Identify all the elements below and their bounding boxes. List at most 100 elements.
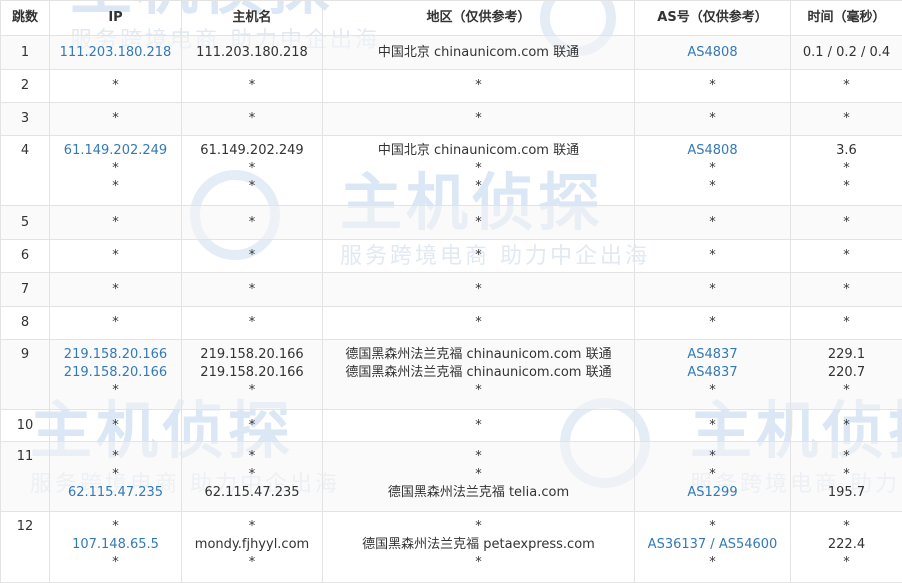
ip-value: * xyxy=(112,417,119,433)
time-cell: 0.1 / 0.2 / 0.4 xyxy=(790,35,902,70)
header-hop: 跳数 xyxy=(0,0,50,36)
as-link[interactable]: AS4837 xyxy=(636,364,790,382)
time-value: * xyxy=(843,467,850,482)
ip-value: * xyxy=(112,214,119,230)
as-link[interactable]: AS4808 xyxy=(636,142,790,160)
time-value: 3.6 xyxy=(836,143,857,158)
time-value: * xyxy=(843,383,850,398)
hop-number: 3 xyxy=(0,102,50,136)
as-cell: * xyxy=(634,102,791,136)
hop-number: 6 xyxy=(0,239,50,273)
ip-value: * xyxy=(112,555,119,570)
table-row: 7 * * * * * xyxy=(0,272,902,307)
table-row: 10 * * * * * xyxy=(0,409,902,442)
table-row: 3 * * * * * xyxy=(0,102,902,136)
region-value: * xyxy=(475,248,482,263)
table-row: 11 * * 62.115.47.235 * * 62.115.47.235 * * 德国黑森州法… xyxy=(0,441,902,512)
as-cell: * xyxy=(634,69,791,103)
traceroute-table: 跳数 IP 主机名 地区（仅供参考） AS号（仅供参考） 时间（毫秒） 1 111… xyxy=(0,0,902,583)
time-cell: * xyxy=(790,272,902,307)
ip-link[interactable]: 111.203.180.218 xyxy=(51,44,181,62)
as-cell: * xyxy=(634,272,791,307)
region-value: * xyxy=(475,383,482,398)
hostname-value: * xyxy=(248,161,256,176)
ip-cell: * xyxy=(49,102,182,136)
hop-number: 10 xyxy=(0,409,50,442)
ip-link[interactable]: 219.158.20.166 xyxy=(51,364,181,382)
as-cell: AS4837 AS4837 * xyxy=(634,339,791,410)
ip-cell: * xyxy=(49,272,182,307)
header-as: AS号（仅供参考） xyxy=(634,0,791,36)
as-value: * xyxy=(709,417,716,433)
as-cell: AS4808 xyxy=(634,35,791,70)
region-value: * xyxy=(475,417,482,433)
hostname-value: mondy.fjhyyl.com xyxy=(194,537,310,552)
ip-value: * xyxy=(112,281,119,297)
hop-number: 4 xyxy=(0,135,50,206)
hostname-value: * xyxy=(248,555,256,570)
ip-link[interactable]: 107.148.65.5 xyxy=(51,536,181,554)
as-value: * xyxy=(709,78,716,93)
ip-cell: * xyxy=(49,69,182,103)
ip-value: * xyxy=(112,248,119,263)
hostname-cell: * xyxy=(181,409,323,442)
ip-value: * xyxy=(112,179,119,194)
hostname-cell: 61.149.202.249 * * xyxy=(181,135,323,206)
header-region: 地区（仅供参考） xyxy=(322,0,635,36)
time-value: * xyxy=(843,214,850,230)
region-value: * xyxy=(475,467,482,482)
as-value: * xyxy=(709,467,716,482)
hop-number: 12 xyxy=(0,511,50,583)
hop-number: 5 xyxy=(0,205,50,240)
hop-number: 9 xyxy=(0,339,50,410)
region-value: * xyxy=(475,78,482,93)
time-value: * xyxy=(843,111,850,126)
as-cell: * xyxy=(634,306,791,340)
time-cell: * xyxy=(790,306,902,340)
hostname-value: 111.203.180.218 xyxy=(196,44,308,60)
hostname-value: * xyxy=(248,417,256,433)
hostname-value: * xyxy=(248,467,256,482)
ip-link[interactable]: 61.149.202.249 xyxy=(51,142,181,160)
region-value: * xyxy=(475,315,482,330)
as-link[interactable]: AS4808 xyxy=(636,44,790,62)
ip-link[interactable]: 219.158.20.166 xyxy=(51,346,181,364)
region-value: * xyxy=(475,449,482,464)
region-cell: 德国黑森州法兰克福 chinaunicom.com 联通 德国黑森州法兰克福 ch… xyxy=(322,339,635,410)
as-value: * xyxy=(709,449,716,464)
ip-cell: * xyxy=(49,409,182,442)
table-header-row: 跳数 IP 主机名 地区（仅供参考） AS号（仅供参考） 时间（毫秒） xyxy=(0,0,902,36)
time-value: * xyxy=(843,248,850,263)
hop-number: 1 xyxy=(0,35,50,70)
region-value: * xyxy=(475,281,482,297)
ip-cell: 61.149.202.249 * * xyxy=(49,135,182,206)
hop-number: 11 xyxy=(0,441,50,512)
as-cell: * xyxy=(634,205,791,240)
ip-value: * xyxy=(112,467,119,482)
table-row: 4 61.149.202.249 * * 61.149.202.249 * * 中国北京 ch… xyxy=(0,135,902,206)
time-value: * xyxy=(843,161,850,176)
region-cell: * xyxy=(322,205,635,240)
time-cell: * xyxy=(790,102,902,136)
region-value: 中国北京 chinaunicom.com 联通 xyxy=(377,143,580,158)
ip-value: * xyxy=(112,111,119,126)
time-value: * xyxy=(843,449,850,464)
as-link[interactable]: AS1299 xyxy=(636,484,790,502)
header-ip: IP xyxy=(49,0,182,36)
region-cell: * 德国黑森州法兰克福 petaexpress.com * xyxy=(322,511,635,583)
ip-value: * xyxy=(112,161,119,176)
hop-number: 7 xyxy=(0,272,50,307)
as-link-group: AS36137 / AS54600 xyxy=(647,537,778,552)
time-value: 220.7 xyxy=(827,365,866,380)
hostname-cell: * xyxy=(181,272,323,307)
ip-value: * xyxy=(112,78,119,93)
ip-link[interactable]: 62.115.47.235 xyxy=(51,484,181,502)
header-time: 时间（毫秒） xyxy=(790,0,902,36)
ip-cell: * xyxy=(49,306,182,340)
ip-value: * xyxy=(112,383,119,398)
hostname-cell: * xyxy=(181,69,323,103)
ip-cell: 219.158.20.166 219.158.20.166 * xyxy=(49,339,182,410)
hop-number: 8 xyxy=(0,306,50,340)
region-cell: * xyxy=(322,409,635,442)
as-link[interactable]: AS4837 xyxy=(636,346,790,364)
